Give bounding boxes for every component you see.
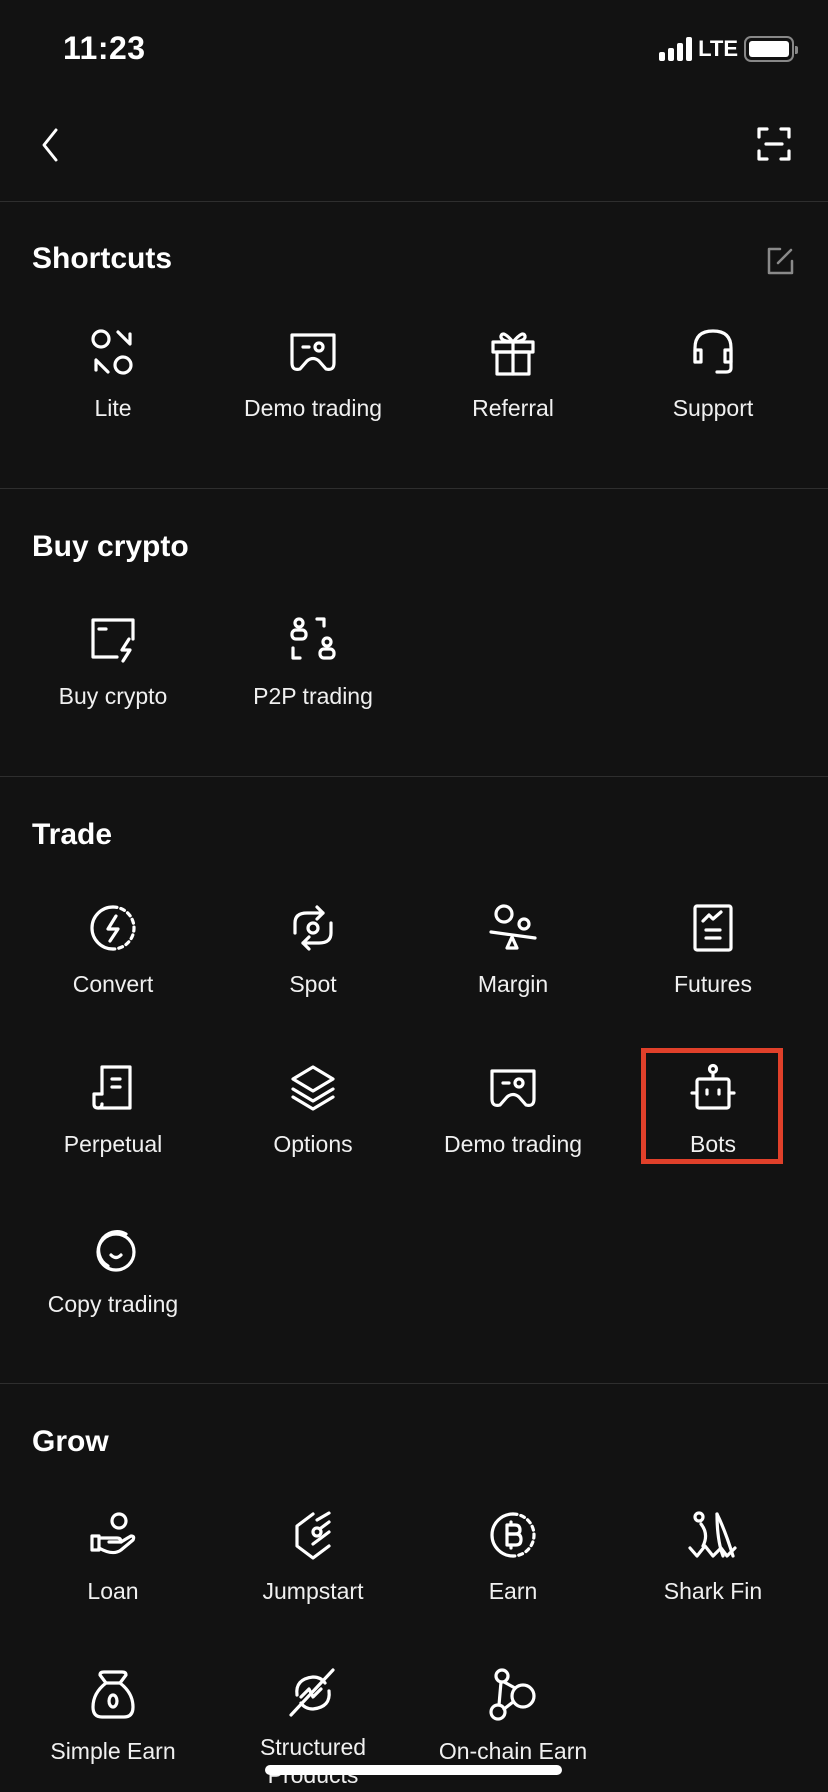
- bitcoin-earn-icon: [490, 1512, 536, 1558]
- shortcut-demo-trading[interactable]: Demo trading: [213, 316, 413, 446]
- section-divider: [0, 488, 828, 489]
- copy-trading-icon: [96, 1230, 136, 1272]
- shortcut-referral[interactable]: Referral: [413, 316, 613, 446]
- home-indicator[interactable]: [265, 1765, 562, 1775]
- signal-icon: [659, 37, 693, 61]
- section-divider: [0, 776, 828, 777]
- margin-icon: [489, 904, 537, 950]
- item-label: Demo trading: [443, 1131, 583, 1157]
- item-label: Copy trading: [47, 1291, 179, 1317]
- trade-copy-trading[interactable]: Copy trading: [13, 1212, 213, 1342]
- section-title-shortcuts: Shortcuts: [32, 242, 173, 275]
- grow-shark-fin[interactable]: Shark Fin: [613, 1499, 813, 1629]
- shortcut-support[interactable]: Support: [613, 316, 813, 446]
- card-lightning-icon: [91, 618, 135, 663]
- item-label: Margin: [477, 971, 549, 997]
- scan-button[interactable]: [754, 122, 794, 166]
- trade-demo-trading[interactable]: Demo trading: [413, 1052, 613, 1182]
- jumpstart-icon: [295, 1511, 331, 1560]
- item-label: P2P trading: [253, 683, 373, 709]
- edit-icon: [767, 247, 794, 275]
- bots-highlight-box: [641, 1048, 783, 1164]
- item-buy-crypto[interactable]: Buy crypto: [13, 604, 213, 734]
- item-label: Convert: [72, 971, 154, 997]
- grow-earn[interactable]: Earn: [413, 1499, 613, 1629]
- item-label: Simple Earn: [50, 1738, 176, 1764]
- item-label: Lite: [94, 395, 132, 421]
- item-label: Spot: [289, 971, 337, 997]
- item-label: Earn: [488, 1578, 538, 1604]
- convert-icon: [90, 905, 136, 951]
- back-button[interactable]: [30, 120, 70, 170]
- trade-convert[interactable]: Convert: [13, 892, 213, 1022]
- loan-icon: [90, 1512, 136, 1555]
- item-label: On-chain Earn: [438, 1738, 588, 1764]
- item-label: Support: [672, 395, 754, 421]
- item-label: Perpetual: [63, 1131, 163, 1157]
- edit-shortcuts-button[interactable]: [764, 245, 796, 277]
- futures-icon: [693, 904, 733, 952]
- p2p-icon: [290, 617, 336, 660]
- item-label: Loan: [87, 1578, 139, 1604]
- trade-futures[interactable]: Futures: [613, 892, 813, 1022]
- gift-icon: [491, 332, 535, 376]
- grow-loan[interactable]: Loan: [13, 1499, 213, 1629]
- trade-perpetual[interactable]: Perpetual: [13, 1052, 213, 1182]
- scan-icon: [757, 127, 791, 161]
- network-type: LTE: [698, 36, 738, 61]
- layers-icon: [291, 1065, 335, 1111]
- status-time: 11:23: [63, 30, 146, 66]
- item-label: Futures: [674, 971, 752, 997]
- item-label: Referral: [472, 395, 554, 421]
- section-divider: [0, 1383, 828, 1384]
- shortcut-lite[interactable]: Lite: [13, 316, 213, 446]
- item-label: Structured Products: [259, 1734, 367, 1788]
- section-title-buy-crypto: Buy crypto: [32, 530, 189, 563]
- structured-products-icon: [289, 1668, 335, 1717]
- gamepad-icon: [490, 1069, 536, 1107]
- item-p2p-trading[interactable]: P2P trading: [213, 604, 413, 734]
- trade-spot[interactable]: Spot: [213, 892, 413, 1022]
- battery-icon: [744, 36, 798, 62]
- shark-fin-icon: [688, 1511, 737, 1558]
- headset-icon: [693, 329, 733, 374]
- money-bag-icon: [91, 1670, 135, 1719]
- item-label: Jumpstart: [262, 1578, 364, 1604]
- on-chain-icon: [489, 1668, 536, 1721]
- nav-bar: [0, 110, 828, 180]
- section-title-grow: Grow: [32, 1425, 109, 1458]
- chevron-left-icon: [42, 128, 58, 162]
- item-label: Buy crypto: [58, 683, 168, 709]
- status-indicators: LTE: [659, 36, 798, 62]
- lite-icon: [91, 329, 133, 375]
- perpetual-icon: [92, 1065, 132, 1110]
- gamepad-icon: [290, 333, 336, 371]
- grow-simple-earn[interactable]: Simple Earn: [13, 1659, 213, 1789]
- status-bar: 11:23 LTE: [0, 0, 828, 100]
- trade-options[interactable]: Options: [213, 1052, 413, 1182]
- item-label: Demo trading: [243, 395, 383, 421]
- item-label: Options: [273, 1131, 353, 1157]
- trade-margin[interactable]: Margin: [413, 892, 613, 1022]
- section-divider: [0, 201, 828, 202]
- spot-icon: [293, 905, 333, 951]
- item-label: Shark Fin: [663, 1578, 763, 1604]
- grow-jumpstart[interactable]: Jumpstart: [213, 1499, 413, 1629]
- section-title-trade: Trade: [32, 818, 113, 851]
